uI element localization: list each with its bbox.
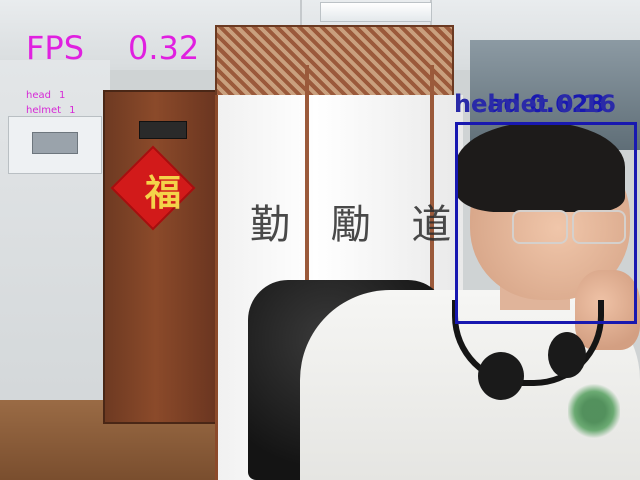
wooden-door — [103, 90, 219, 424]
detection-count-head: head 1 — [26, 90, 65, 102]
ceiling-light — [320, 2, 432, 22]
count-value: 1 — [69, 105, 76, 116]
fu-glyph: 福 — [144, 172, 181, 214]
headphones-earcup — [548, 332, 586, 378]
fps-label: FPS — [26, 29, 85, 67]
camera-frame: 福 勤 勵 道 FPS 0.32 head 1 helmet 1 head 0.628… — [0, 0, 640, 480]
wall-panel-display — [32, 132, 78, 154]
shirt-print — [568, 382, 620, 440]
fps-value: 0.32 — [128, 29, 200, 67]
count-value: 1 — [58, 90, 66, 101]
detection-count-helmet: helmet 1 — [26, 105, 75, 117]
count-label: head — [26, 90, 51, 101]
detection-label-helmet: helmet 0.16 — [454, 90, 616, 118]
detection-bounding-box — [455, 122, 637, 324]
door-sign — [139, 121, 187, 139]
detection-labels: head 0.628 helmet 0.16 — [454, 88, 640, 120]
headphones-earcup — [478, 352, 524, 400]
screen-calligraphy: 勤 勵 道 — [250, 202, 460, 248]
count-label: helmet — [26, 105, 62, 116]
fps-readout: FPS 0.32 — [26, 28, 199, 68]
